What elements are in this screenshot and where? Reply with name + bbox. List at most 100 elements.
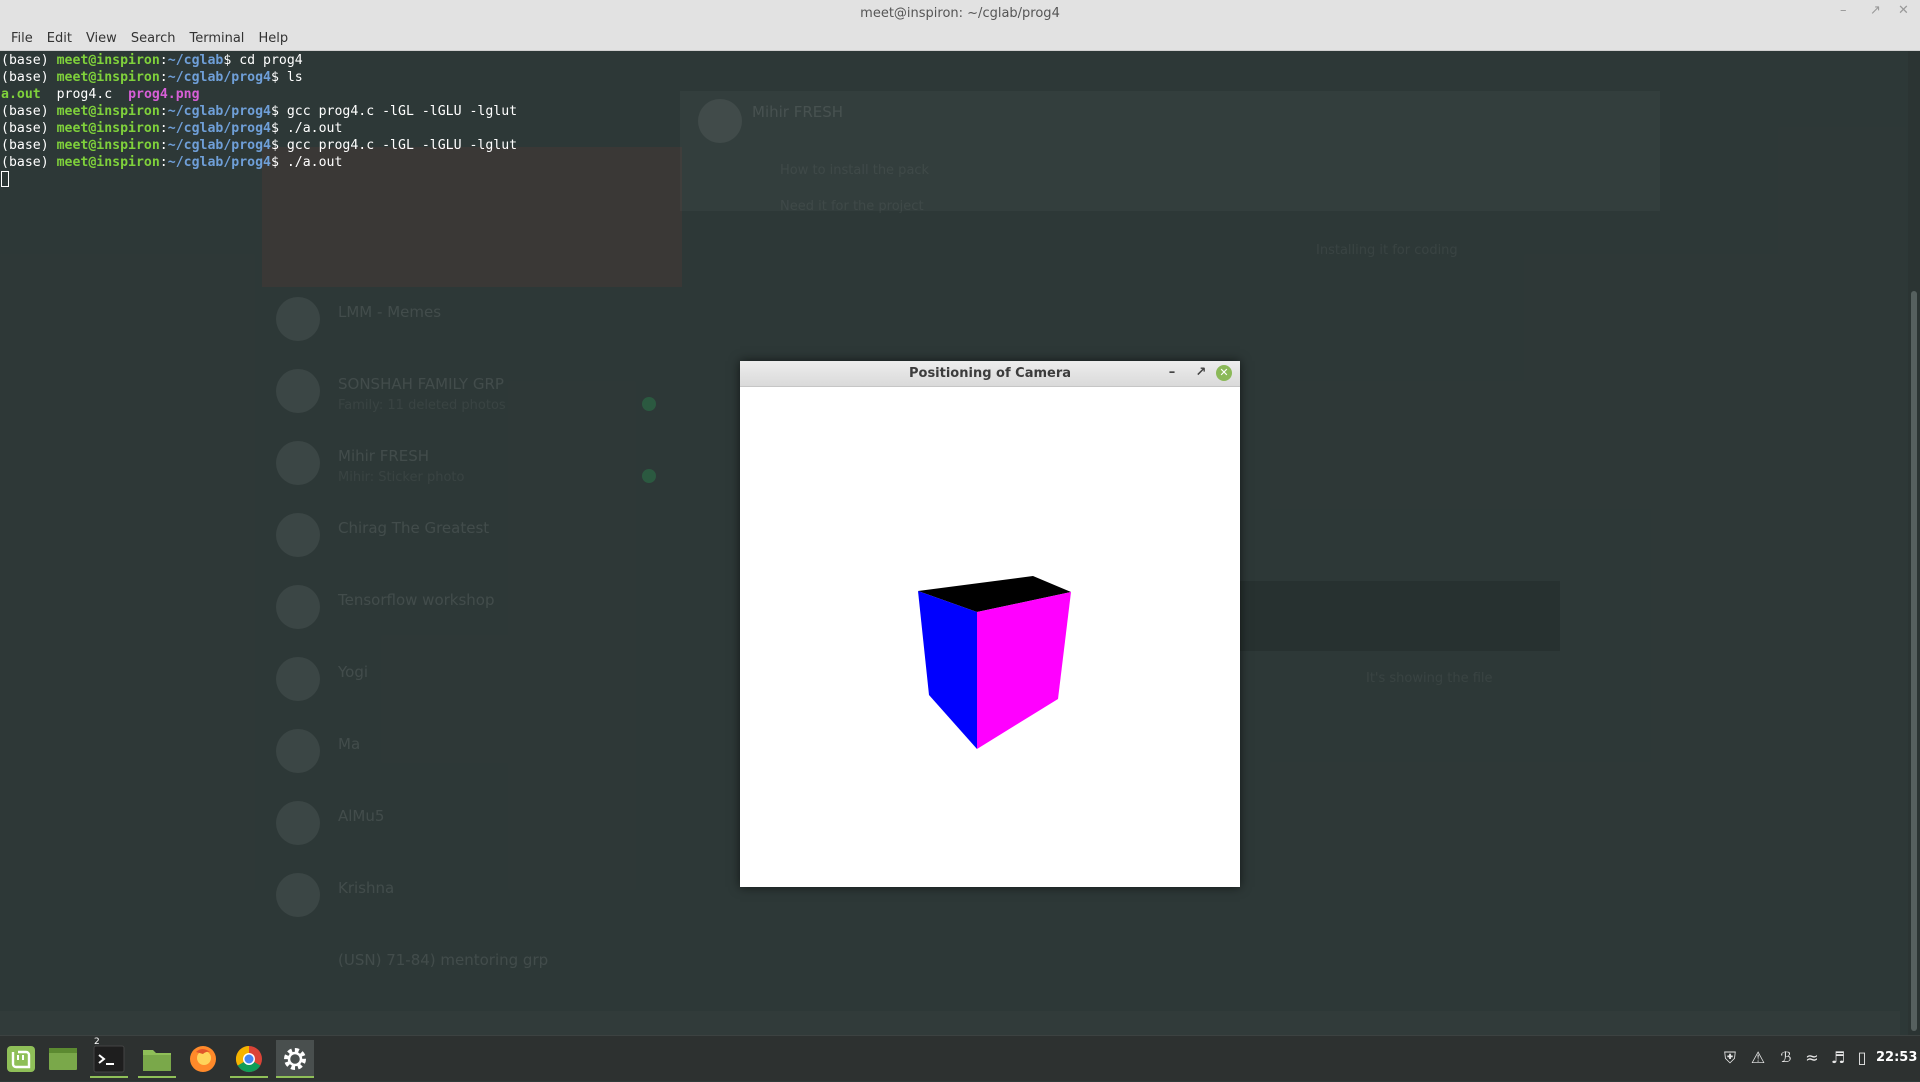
maximize-button[interactable]: ↗ — [1870, 3, 1881, 18]
unread-dot — [642, 397, 656, 411]
gl-window[interactable]: Positioning of Camera – ↗ ✕ — [740, 361, 1240, 887]
volume-icon[interactable]: ♬ — [1828, 1048, 1848, 1068]
taskbar: 2 ⛨ ⚠ ℬ ≈ ♬ ▯ 22:53 — [0, 1035, 1920, 1081]
chat-name: Krishna — [338, 879, 395, 897]
chat-message: It's showing the file — [1366, 671, 1493, 686]
chrome-icon — [235, 1045, 262, 1073]
ls-entry: a.out — [1, 87, 41, 102]
mint-menu-button[interactable] — [2, 1040, 40, 1078]
chat-avatar — [276, 513, 320, 557]
terminal-taskbar-button[interactable]: 2 — [90, 1037, 128, 1078]
terminal-titlebar[interactable]: meet@inspiron: ~/cglab/prog4 – ↗ ✕ — [0, 0, 1920, 26]
settings-icon — [284, 1048, 306, 1070]
chat-header-avatar — [698, 99, 742, 143]
prompt-path: ~/cglab/prog4 — [167, 104, 271, 119]
terminal-line: (base) meet@inspiron:~/cglab/prog4$ ./a.… — [1, 154, 517, 171]
close-button[interactable]: ✕ — [1898, 3, 1909, 18]
files-taskbar-button[interactable] — [138, 1040, 176, 1078]
prompt-user: meet@inspiron — [56, 138, 160, 153]
terminal-cursor — [1, 171, 9, 187]
menu-search[interactable]: Search — [124, 31, 183, 46]
command-text: $ ./a.out — [270, 155, 343, 170]
gl-window-title: Positioning of Camera — [908, 366, 1072, 381]
gl-maximize-button[interactable]: ↗ — [1193, 365, 1209, 381]
prompt-separator: : — [159, 104, 168, 119]
chat-name: Tensorflow workshop — [338, 591, 495, 609]
chat-name: (USN) 71-84) mentoring grp — [338, 951, 549, 969]
terminal-scrollbar[interactable] — [1908, 51, 1920, 1035]
bluetooth-icon[interactable]: ℬ — [1776, 1048, 1796, 1068]
background-footer — [0, 1011, 1900, 1035]
chat-name: SONSHAH FAMILY GRP — [338, 375, 504, 393]
terminal-line: (base) meet@inspiron:~/cglab$ cd prog4 — [1, 52, 517, 69]
gl-app-taskbar-button[interactable] — [276, 1040, 314, 1078]
prompt-user: meet@inspiron — [56, 104, 160, 119]
prompt-separator: : — [159, 121, 168, 136]
show-desktop-button[interactable] — [44, 1040, 82, 1078]
prompt-separator: : — [159, 138, 168, 153]
chat-preview: Family: 11 deleted photos — [338, 398, 506, 413]
prompt-env: (base) — [1, 53, 57, 68]
ls-entry: prog4.c — [56, 87, 113, 102]
menu-view[interactable]: View — [79, 31, 124, 46]
ls-gap — [41, 87, 57, 102]
chat-avatar — [276, 297, 320, 341]
terminal-line: (base) meet@inspiron:~/cglab/prog4$ gcc … — [1, 103, 517, 120]
menu-edit[interactable]: Edit — [40, 31, 79, 46]
clock[interactable]: 22:53 — [1876, 1048, 1917, 1068]
chat-preview: Mihir: Sticker photo — [338, 470, 465, 485]
prompt-env: (base) — [1, 155, 57, 170]
chrome-taskbar-button[interactable] — [230, 1040, 268, 1078]
ls-entry: prog4.png — [128, 87, 200, 102]
window-count-badge: 2 — [94, 1037, 100, 1047]
battery-icon[interactable]: ▯ — [1852, 1048, 1872, 1068]
prompt-path: ~/cglab/prog4 — [167, 121, 271, 136]
command-text: $ gcc prog4.c -lGL -lGLU -lglut — [270, 104, 518, 119]
terminal-line: (base) meet@inspiron:~/cglab/prog4$ ls — [1, 69, 517, 86]
chat-name: Ma — [338, 735, 361, 753]
prompt-separator: : — [159, 53, 168, 68]
chat-avatar — [276, 369, 320, 413]
wifi-icon[interactable]: ≈ — [1802, 1048, 1822, 1068]
menu-terminal[interactable]: Terminal — [182, 31, 251, 46]
warning-icon[interactable]: ⚠ — [1748, 1048, 1768, 1068]
chat-avatar — [276, 729, 320, 773]
shield-icon[interactable]: ⛨ — [1720, 1048, 1740, 1068]
gl-close-button[interactable]: ✕ — [1216, 365, 1232, 381]
chat-message: How to install the pack — [780, 163, 930, 178]
ls-gap — [112, 87, 128, 102]
prompt-path: ~/cglab/prog4 — [167, 155, 271, 170]
chat-message: Installing it for coding — [1316, 243, 1458, 258]
prompt-env: (base) — [1, 104, 57, 119]
chat-message: Need it for the project — [780, 199, 924, 214]
gl-minimize-button[interactable]: – — [1164, 365, 1180, 381]
gl-titlebar[interactable]: Positioning of Camera – ↗ ✕ — [740, 361, 1240, 387]
terminal-line: a.out prog4.c prog4.png — [1, 86, 517, 103]
chat-name: Chirag The Greatest — [338, 519, 490, 537]
minimize-button[interactable]: – — [1840, 3, 1847, 18]
prompt-separator: : — [159, 70, 168, 85]
command-text: $ ./a.out — [270, 121, 343, 136]
show-desktop-icon — [49, 1048, 77, 1070]
scrollbar-thumb[interactable] — [1911, 291, 1917, 1031]
firefox-icon — [190, 1046, 216, 1072]
chat-name: Yogi — [338, 663, 369, 681]
command-text: $ gcc prog4.c -lGL -lGLU -lglut — [270, 138, 518, 153]
menu-file[interactable]: File — [4, 31, 40, 46]
chat-name: LMM - Memes — [338, 303, 442, 321]
terminal-line: (base) meet@inspiron:~/cglab/prog4$ gcc … — [1, 137, 517, 154]
gl-canvas[interactable] — [740, 387, 1240, 887]
menu-help[interactable]: Help — [251, 31, 295, 46]
chat-avatar — [276, 441, 320, 485]
chat-avatar — [276, 801, 320, 845]
chat-avatar — [276, 873, 320, 917]
chat-header-name: Mihir FRESH — [752, 103, 844, 121]
mint-menu-icon — [7, 1046, 35, 1072]
terminal-menubar: File Edit View Search Terminal Help — [0, 26, 1920, 51]
prompt-env: (base) — [1, 70, 57, 85]
prompt-path: ~/cglab — [167, 53, 224, 68]
prompt-env: (base) — [1, 121, 57, 136]
terminal-line: (base) meet@inspiron:~/cglab/prog4$ ./a.… — [1, 120, 517, 137]
prompt-user: meet@inspiron — [56, 121, 160, 136]
firefox-taskbar-button[interactable] — [184, 1040, 222, 1078]
